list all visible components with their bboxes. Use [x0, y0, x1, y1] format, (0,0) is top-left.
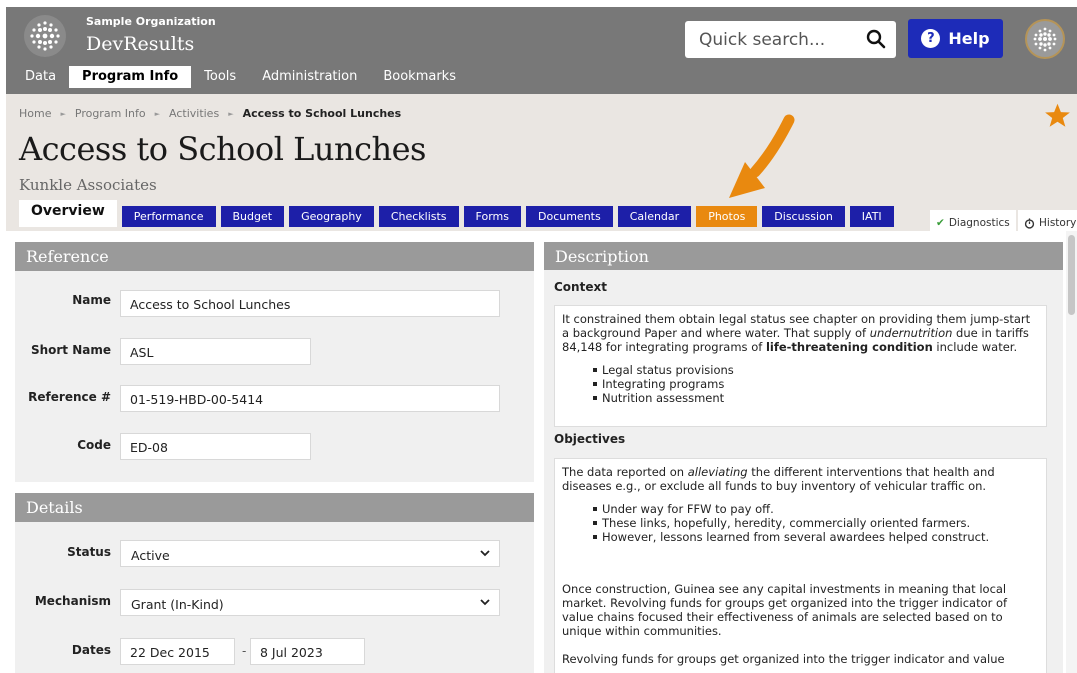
- description-panel-header: Description: [544, 242, 1063, 271]
- chevron-down-icon: [480, 550, 490, 557]
- date-separator: -: [242, 644, 247, 658]
- search-input[interactable]: [685, 21, 855, 58]
- quick-search: [685, 21, 896, 58]
- tab-discussion[interactable]: Discussion: [762, 206, 845, 227]
- history-label: History: [1039, 217, 1077, 229]
- app-name[interactable]: DevResults: [86, 33, 194, 55]
- mechanism-label: Mechanism: [34, 594, 111, 608]
- avatar[interactable]: [1025, 19, 1065, 59]
- objectives-paragraph: The data reported on alleviating the dif…: [562, 465, 995, 493]
- code-field[interactable]: ED-08: [120, 433, 311, 460]
- start-date-field[interactable]: 22 Dec 2015: [120, 638, 235, 665]
- reference-panel-header: Reference: [15, 242, 534, 271]
- question-icon: ?: [921, 29, 941, 48]
- list-item: However, lessons learned from several aw…: [562, 530, 1039, 544]
- objectives-heading: Objectives: [554, 432, 626, 446]
- list-item: Legal status provisions: [562, 363, 1039, 377]
- tab-overview[interactable]: Overview: [19, 200, 117, 227]
- page-scrollbar[interactable]: [1066, 231, 1077, 673]
- help-button[interactable]: ? Help: [908, 19, 1003, 58]
- objectives-text[interactable]: The data reported on alleviating the dif…: [554, 458, 1047, 673]
- list-item: Under way for FFW to pay off.: [562, 502, 1039, 516]
- page-title: Access to School Lunches: [19, 130, 426, 168]
- main-nav: Data Program Info Tools Administration B…: [12, 66, 469, 88]
- diagnostics-label: Diagnostics: [948, 217, 1010, 229]
- context-paragraph: It constrained them obtain legal status …: [562, 312, 1031, 354]
- context-list: Legal status provisions Integrating prog…: [562, 363, 1039, 405]
- context-heading: Context: [554, 280, 607, 294]
- tab-geography[interactable]: Geography: [289, 206, 374, 227]
- mechanism-value: Grant (In-Kind): [131, 597, 224, 612]
- details-panel: Status Active Mechanism Grant (In-Kind) …: [15, 522, 534, 673]
- breadcrumb-activities[interactable]: Activities: [169, 107, 219, 120]
- tab-checklists[interactable]: Checklists: [378, 206, 459, 227]
- page-header: Home ► Program Info ► Activities ► Acces…: [6, 94, 1077, 231]
- nav-administration[interactable]: Administration: [249, 66, 370, 88]
- breadcrumb-separator-icon: ►: [60, 109, 66, 118]
- page-subtitle: Kunkle Associates: [19, 176, 157, 194]
- name-label: Name: [72, 293, 111, 307]
- objectives-paragraph-3: Revolving funds for groups get organized…: [562, 652, 1005, 666]
- context-text[interactable]: It constrained them obtain legal status …: [554, 305, 1047, 427]
- list-item: These links, hopefully, heredity, commer…: [562, 516, 1039, 530]
- search-icon[interactable]: [866, 29, 886, 49]
- breadcrumb-separator-icon: ►: [228, 109, 234, 118]
- status-value: Active: [131, 548, 170, 563]
- tab-calendar[interactable]: Calendar: [617, 206, 692, 227]
- nav-data[interactable]: Data: [12, 66, 69, 88]
- status-label: Status: [67, 545, 111, 559]
- objectives-paragraph-2: Once construction, Guinea see any capita…: [562, 582, 1008, 638]
- history-icon: [1024, 217, 1035, 229]
- tab-performance[interactable]: Performance: [121, 206, 216, 227]
- end-date-field[interactable]: 8 Jul 2023: [250, 638, 365, 665]
- tab-documents[interactable]: Documents: [526, 206, 613, 227]
- status-select[interactable]: Active: [120, 540, 500, 567]
- check-icon: ✔: [936, 217, 945, 229]
- reference-number-label: Reference #: [28, 390, 111, 404]
- mechanism-select[interactable]: Grant (In-Kind): [120, 589, 500, 616]
- breadcrumb-home[interactable]: Home: [19, 107, 51, 120]
- nav-tools[interactable]: Tools: [191, 66, 249, 88]
- details-panel-header: Details: [15, 493, 534, 522]
- list-item: Nutrition assessment: [562, 391, 1039, 405]
- org-logo-icon[interactable]: [24, 15, 66, 57]
- reference-panel: Name Access to School Lunches Short Name…: [15, 271, 534, 482]
- description-panel: Context It constrained them obtain legal…: [544, 270, 1063, 673]
- code-label: Code: [77, 438, 111, 452]
- breadcrumb: Home ► Program Info ► Activities ► Acces…: [19, 107, 401, 120]
- nav-bookmarks[interactable]: Bookmarks: [370, 66, 469, 88]
- chevron-down-icon: [480, 599, 490, 606]
- tab-bar: Overview Performance Budget Geography Ch…: [19, 200, 894, 227]
- breadcrumb-program-info[interactable]: Program Info: [75, 107, 146, 120]
- breadcrumb-separator-icon: ►: [154, 109, 160, 118]
- breadcrumb-current: Access to School Lunches: [242, 107, 402, 120]
- tab-forms[interactable]: Forms: [463, 206, 521, 227]
- nav-program-info[interactable]: Program Info: [69, 66, 192, 88]
- dates-label: Dates: [71, 643, 111, 657]
- tab-iati[interactable]: IATI: [849, 206, 894, 227]
- scrollbar-thumb[interactable]: [1068, 235, 1075, 315]
- tab-photos[interactable]: Photos: [696, 206, 758, 227]
- star-icon[interactable]: [1044, 102, 1071, 129]
- list-item: Integrating programs: [562, 377, 1039, 391]
- short-name-label: Short Name: [30, 343, 111, 357]
- reference-number-field[interactable]: 01-519-HBD-00-5414: [120, 385, 500, 412]
- short-name-field[interactable]: ASL: [120, 338, 311, 365]
- org-name: Sample Organization: [86, 15, 216, 28]
- name-field[interactable]: Access to School Lunches: [120, 290, 500, 317]
- diagnostics-link[interactable]: ✔ Diagnostics: [930, 210, 1016, 231]
- annotation-arrow-icon: [729, 114, 795, 198]
- tab-budget[interactable]: Budget: [220, 206, 285, 227]
- history-link[interactable]: History: [1018, 210, 1077, 231]
- help-button-label: Help: [948, 29, 990, 48]
- objectives-list: Under way for FFW to pay off. These link…: [562, 502, 1039, 544]
